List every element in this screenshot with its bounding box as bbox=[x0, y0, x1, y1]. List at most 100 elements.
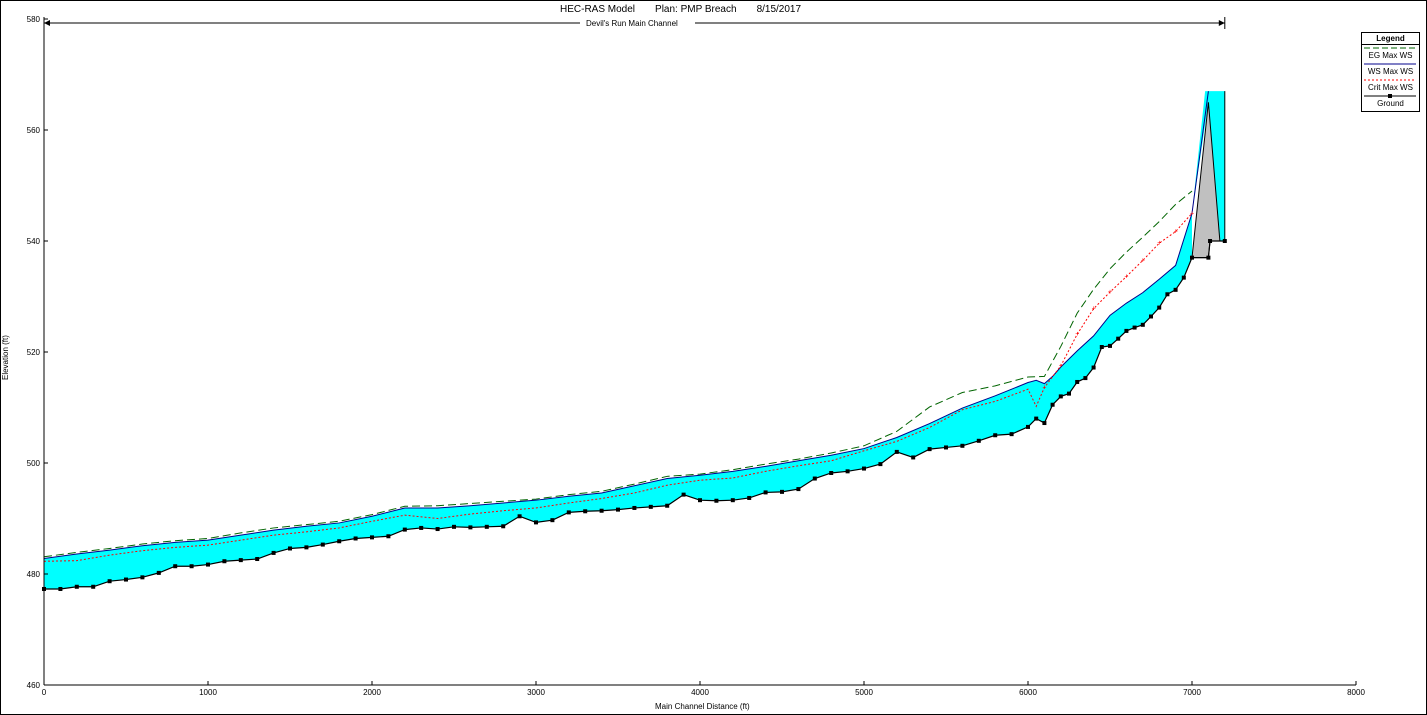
y-tick-label: 500 bbox=[27, 459, 41, 468]
y-tick-label: 540 bbox=[27, 237, 41, 246]
ground-point bbox=[255, 557, 260, 562]
ground-point bbox=[648, 504, 653, 509]
chart-title: HEC-RAS Model Plan: PMP Breach 8/15/2017 bbox=[560, 4, 821, 15]
ground-point bbox=[1058, 394, 1063, 399]
crit-marker: + bbox=[1108, 289, 1112, 296]
plan-title: Plan: PMP Breach bbox=[655, 4, 737, 15]
ground-point bbox=[1173, 287, 1178, 292]
water-fill bbox=[44, 213, 1192, 589]
ground-point bbox=[1026, 424, 1030, 429]
ground-point bbox=[402, 527, 407, 532]
ground-point bbox=[681, 492, 686, 497]
ground-point bbox=[1083, 376, 1088, 381]
ground-point bbox=[1116, 336, 1121, 341]
ground-point bbox=[435, 527, 440, 532]
ground-point bbox=[1208, 239, 1213, 243]
ground-point bbox=[91, 584, 96, 589]
crit-marker: + bbox=[1092, 306, 1096, 313]
ground-point bbox=[140, 575, 145, 580]
ground-point bbox=[878, 462, 883, 467]
ground-point bbox=[1132, 325, 1137, 330]
ground-point bbox=[534, 520, 538, 525]
legend-label-crit: Crit Max WS bbox=[1368, 83, 1413, 92]
x-tick-label: 5000 bbox=[855, 688, 873, 697]
crit-marker: + bbox=[1141, 257, 1145, 264]
ground-point bbox=[271, 550, 276, 555]
ground-point bbox=[189, 564, 194, 569]
ground-point bbox=[1099, 345, 1104, 350]
date-title: 8/15/2017 bbox=[756, 4, 802, 15]
reach-label: Devil's Run Main Channel bbox=[586, 19, 678, 28]
ground-point bbox=[517, 514, 522, 519]
legend-item-eg: EG Max WS bbox=[1362, 45, 1419, 61]
ground-point bbox=[1075, 379, 1080, 384]
x-tick-label: 2000 bbox=[363, 688, 381, 697]
ground-point bbox=[665, 503, 670, 508]
x-tick-label: 0 bbox=[42, 688, 47, 697]
y-axis-label: Elevation (ft) bbox=[1, 335, 10, 380]
ground-point bbox=[222, 559, 227, 564]
x-tick-label: 8000 bbox=[1347, 688, 1365, 697]
crit-marker: + bbox=[1124, 274, 1128, 281]
x-tick-label: 7000 bbox=[1183, 688, 1201, 697]
ground-point bbox=[173, 564, 178, 569]
legend-label-eg: EG Max WS bbox=[1368, 51, 1413, 60]
legend-label-ground: Ground bbox=[1377, 99, 1404, 108]
ground-point bbox=[1091, 365, 1096, 370]
ground-point bbox=[911, 455, 916, 460]
ground-point bbox=[763, 490, 768, 495]
ground-point bbox=[484, 524, 489, 529]
y-tick-label: 520 bbox=[27, 348, 41, 357]
ground-point bbox=[698, 498, 702, 503]
ground-point bbox=[1042, 421, 1047, 426]
legend-item-crit: Crit Max WS bbox=[1362, 77, 1419, 93]
crit-marker: + bbox=[1059, 363, 1063, 370]
ground-point bbox=[1140, 322, 1145, 327]
ground-point bbox=[1149, 314, 1153, 319]
ground-point bbox=[599, 508, 604, 513]
ground-point bbox=[419, 525, 424, 530]
ground-point bbox=[370, 535, 374, 540]
ground-point bbox=[288, 546, 292, 551]
model-title: HEC-RAS Model bbox=[560, 4, 636, 15]
ground-point bbox=[1067, 391, 1071, 396]
ground-point bbox=[796, 487, 801, 492]
crit-marker: + bbox=[1075, 331, 1079, 338]
ground-point bbox=[1165, 292, 1170, 297]
legend-label-ws: WS Max WS bbox=[1367, 67, 1414, 76]
profile-chart: + + + + + + + + + +460 480 500 520 540 560 580 0 1000 2000… bbox=[27, 15, 1366, 697]
ground-point bbox=[1050, 402, 1055, 407]
ground-point bbox=[780, 489, 784, 494]
ground-point bbox=[1206, 255, 1211, 260]
crit-marker: + bbox=[1157, 240, 1161, 247]
ground-point bbox=[156, 570, 161, 575]
legend-item-ws: WS Max WS bbox=[1362, 61, 1419, 77]
reach-arrowhead-left bbox=[44, 20, 50, 26]
ground-point bbox=[747, 495, 752, 500]
ground-point bbox=[730, 498, 735, 503]
x-tick-label: 1000 bbox=[199, 688, 217, 697]
crit-marker: + bbox=[1042, 385, 1046, 392]
ground-point bbox=[1009, 432, 1014, 437]
ground-point bbox=[944, 445, 948, 450]
legend-item-ground: Ground bbox=[1362, 93, 1419, 109]
ground-point bbox=[58, 586, 63, 591]
x-axis-label: Main Channel Distance (ft) bbox=[655, 702, 750, 711]
y-tick-label: 480 bbox=[27, 570, 41, 579]
y-tick-label: 560 bbox=[27, 126, 41, 135]
ground-point bbox=[894, 449, 899, 454]
ground-point bbox=[386, 534, 391, 539]
y-tick-label: 580 bbox=[27, 15, 41, 24]
ground-line bbox=[44, 240, 1225, 590]
ground-point bbox=[107, 579, 112, 584]
ground-point bbox=[829, 470, 834, 475]
y-tick-label: 460 bbox=[27, 681, 41, 690]
ground-point bbox=[976, 438, 981, 443]
ground-point bbox=[304, 545, 309, 550]
ground-point bbox=[206, 562, 210, 567]
ground-point bbox=[616, 507, 620, 512]
ground-point bbox=[124, 577, 128, 582]
legend: Legend EG Max WS WS Max WS Crit Max WS G… bbox=[1361, 32, 1420, 112]
legend-title: Legend bbox=[1362, 33, 1419, 45]
ground-point bbox=[1190, 255, 1194, 260]
